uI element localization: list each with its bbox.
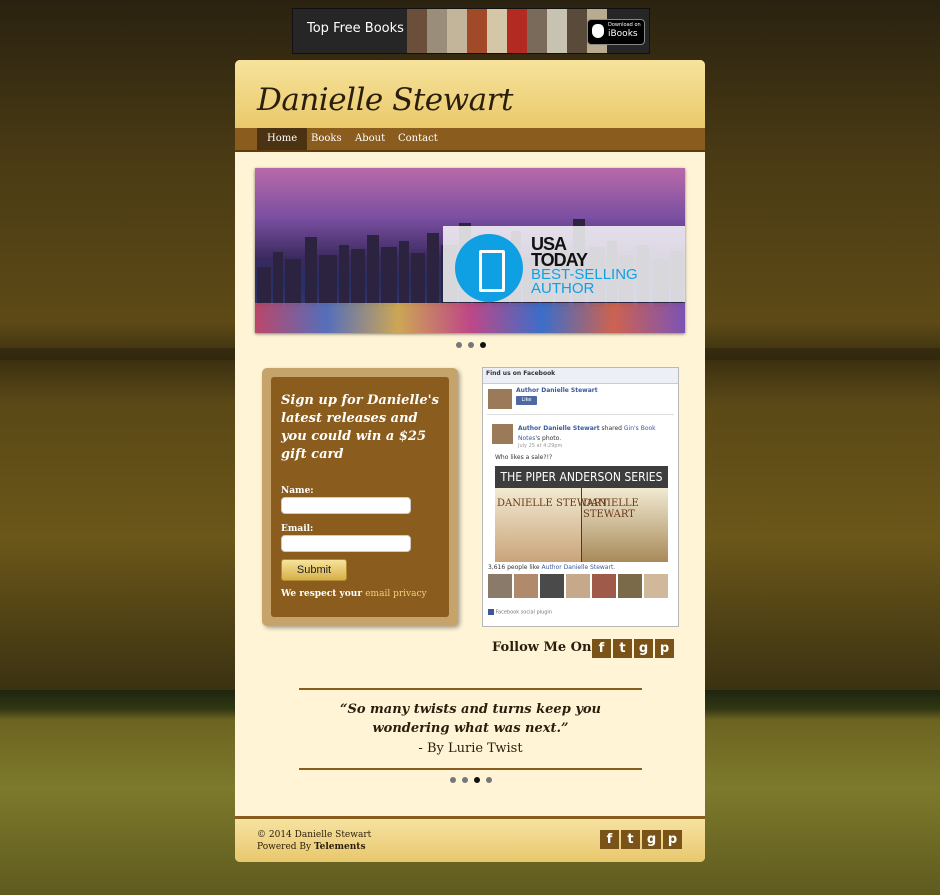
email-privacy-link[interactable]: email privacy (365, 589, 426, 599)
post-author-avatar[interactable] (492, 424, 513, 444)
usa-today-badge: USA TODAY BEST-SELLING AUTHOR (443, 226, 685, 302)
nav-books[interactable]: Books (301, 128, 352, 150)
testimonial-pager (450, 777, 492, 783)
testimonial-byline: - By Lurie Twist (418, 741, 523, 756)
post-source-link[interactable]: Gin's Book (624, 425, 656, 432)
post-header: Author Danielle Stewart shared Gin's Boo… (518, 425, 656, 442)
slider-pager (456, 342, 486, 348)
post-author-link[interactable]: Author Danielle Stewart (518, 425, 600, 432)
post-date[interactable]: July 25 at 4:29pm (518, 443, 562, 449)
slider-dot-3[interactable] (480, 342, 486, 348)
privacy-note: We respect your email privacy (281, 589, 427, 599)
facebook-like-box: Find us on Facebook Author Danielle Stew… (482, 367, 679, 627)
nav-home[interactable]: Home (257, 128, 308, 150)
post-image[interactable]: THE PIPER ANDERSON SERIES DANIELLE STEWA… (495, 466, 668, 562)
post-image-author-right: DANIELLE STEWART (583, 498, 639, 520)
testimonial-bottom-rule (299, 768, 642, 770)
page-avatar[interactable] (488, 389, 512, 409)
testimonial-dot-3[interactable] (474, 777, 480, 783)
fan-avatar[interactable] (514, 574, 538, 598)
facebook-plugin-label: Facebook social plugin (488, 609, 552, 616)
google-plus-icon[interactable]: g (634, 639, 653, 658)
google-plus-icon[interactable]: g (642, 830, 661, 849)
fan-avatar[interactable] (592, 574, 616, 598)
post-image-title: THE PIPER ANDERSON SERIES (495, 466, 668, 488)
signup-box: Sign up for Danielle's latest releases a… (262, 368, 458, 626)
facebook-small-icon (488, 609, 494, 615)
twitter-icon[interactable]: t (613, 639, 632, 658)
banner-text: Top Free Books (307, 21, 404, 36)
nav-contact[interactable]: Contact (388, 128, 448, 150)
pinterest-icon[interactable]: p (663, 830, 682, 849)
book-icon (479, 250, 505, 292)
footer-copyright: © 2014 Danielle Stewart Powered By Telem… (257, 830, 372, 852)
fan-avatar[interactable] (618, 574, 642, 598)
ibooks-small-label: Download on (608, 22, 641, 28)
post-text: Who likes a sale?!? (495, 454, 553, 461)
likes-count: 3,616 people like Author Danielle Stewar… (488, 564, 616, 571)
best-selling-author-text: BEST-SELLING AUTHOR (531, 266, 638, 297)
slider-dot-1[interactable] (456, 342, 462, 348)
testimonial-dot-2[interactable] (462, 777, 468, 783)
facebook-icon[interactable]: f (592, 639, 611, 658)
footer: © 2014 Danielle Stewart Powered By Telem… (235, 816, 705, 862)
usa-today-wordmark: USA TODAY (531, 234, 588, 270)
ibooks-label: iBooks (608, 29, 638, 39)
submit-button[interactable]: Submit (281, 559, 347, 581)
pinterest-icon[interactable]: p (655, 639, 674, 658)
site-header: Danielle Stewart (235, 60, 705, 130)
name-field[interactable] (281, 497, 411, 514)
fan-avatar[interactable] (566, 574, 590, 598)
fan-avatar[interactable] (540, 574, 564, 598)
testimonial-dot-4[interactable] (486, 777, 492, 783)
fan-avatar[interactable] (644, 574, 668, 598)
email-label: Email: (281, 524, 314, 534)
site-title[interactable]: Danielle Stewart (257, 82, 513, 118)
telements-link[interactable]: Telements (314, 842, 366, 852)
facebook-header: Find us on Facebook (483, 368, 678, 384)
river-reflection (255, 303, 685, 333)
page-panel: Danielle Stewart Home Books About Contac… (235, 60, 705, 862)
testimonial-quote: “So many twists and turns keep you wonde… (339, 702, 601, 736)
slider-dot-2[interactable] (468, 342, 474, 348)
facebook-icon[interactable]: f (600, 830, 619, 849)
likes-page-link[interactable]: Author Danielle Stewart. (542, 564, 616, 571)
book-covers-strip (407, 9, 607, 53)
hero-slider[interactable]: USA TODAY BEST-SELLING AUTHOR (255, 168, 685, 333)
main-nav: Home Books About Contact (235, 128, 705, 152)
facebook-page-name[interactable]: Author Danielle Stewart (516, 387, 598, 394)
apple-icon (592, 24, 604, 38)
testimonial-top-rule (299, 688, 642, 690)
signup-form: Sign up for Danielle's latest releases a… (271, 377, 449, 617)
follow-social-icons: f t g p (592, 639, 674, 658)
facebook-like-button[interactable]: Like (516, 396, 537, 405)
twitter-icon[interactable]: t (621, 830, 640, 849)
testimonial-dot-1[interactable] (450, 777, 456, 783)
signup-heading: Sign up for Danielle's latest releases a… (281, 393, 439, 462)
fan-faces (488, 574, 668, 598)
footer-social-icons: f t g p (600, 830, 682, 849)
follow-label: Follow Me On: (492, 640, 597, 655)
top-free-books-banner[interactable]: Top Free Books Download on iBooks (292, 8, 650, 54)
divider (487, 414, 674, 415)
ibooks-button[interactable]: Download on iBooks (587, 19, 645, 45)
fan-avatar[interactable] (488, 574, 512, 598)
name-label: Name: (281, 486, 314, 496)
email-field[interactable] (281, 535, 411, 552)
